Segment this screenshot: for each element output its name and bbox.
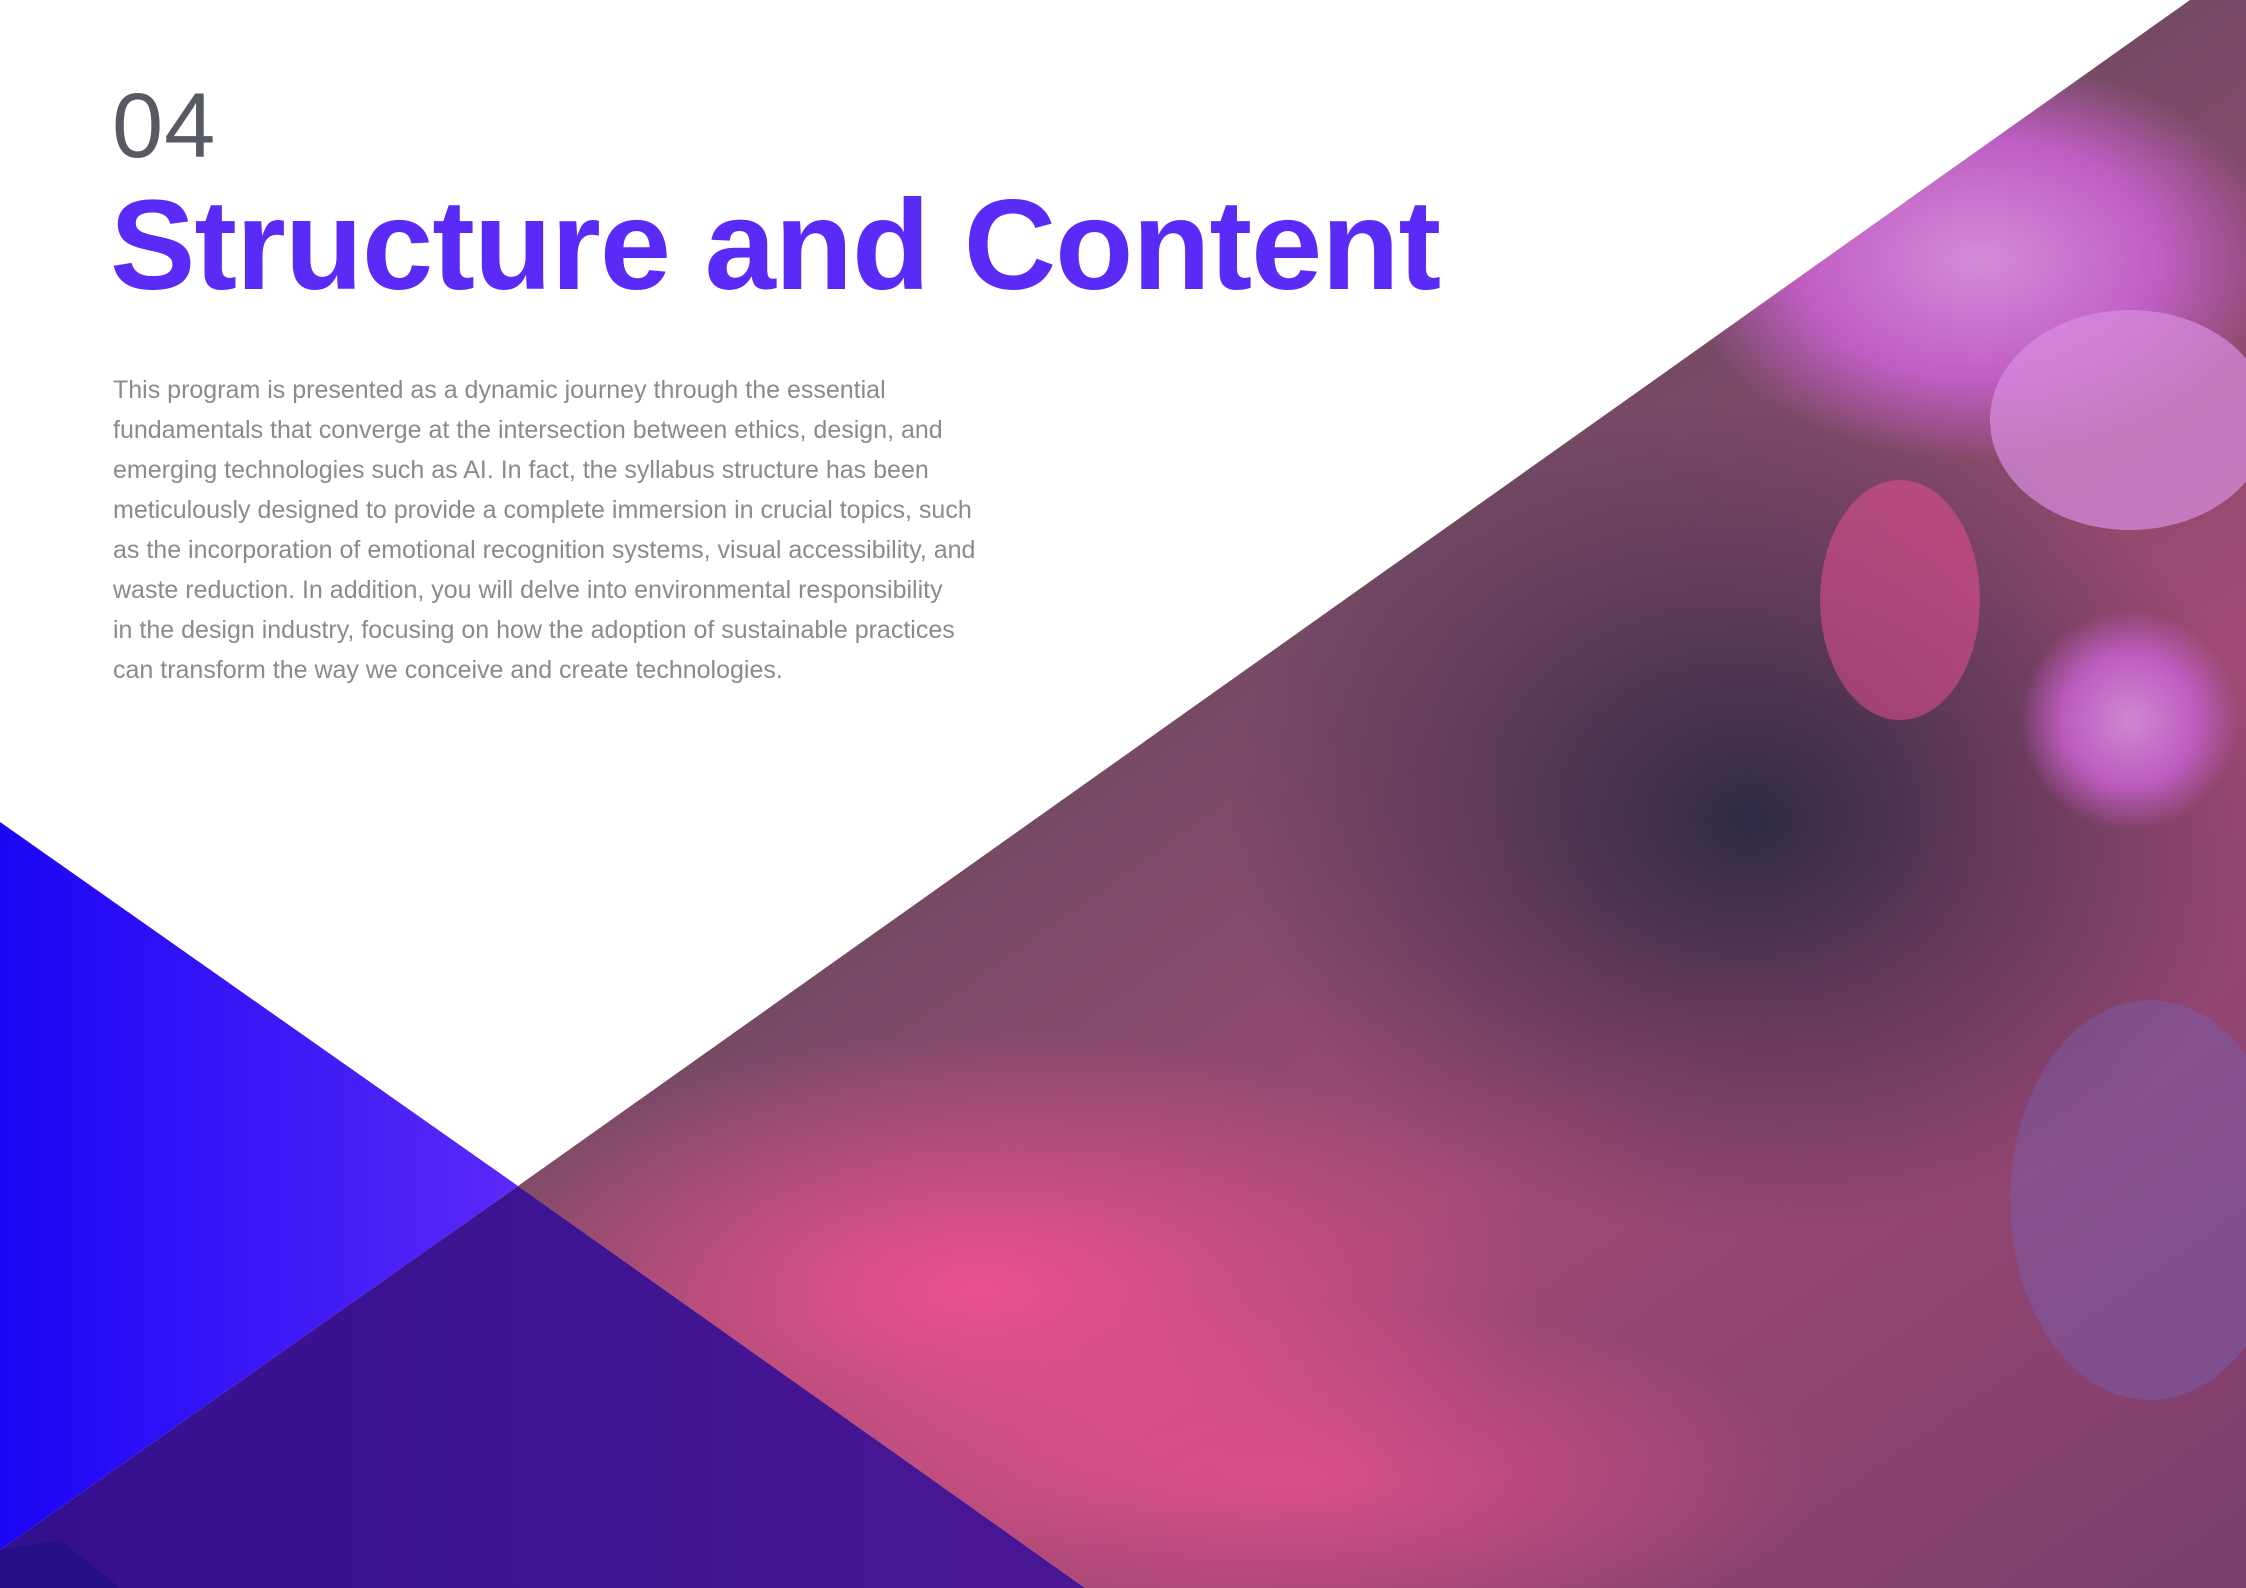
brochure-page: 04 Structure and Content This program is… xyxy=(0,0,2246,1588)
body-line: meticulously designed to provide a compl… xyxy=(113,496,972,524)
page-title: Structure and Content xyxy=(110,174,1441,317)
body-line: in the design industry, focusing on how … xyxy=(113,616,955,644)
body-line: This program is presented as a dynamic j… xyxy=(113,376,886,404)
section-number: 04 xyxy=(112,75,217,177)
body-line: waste reduction. In addition, you will d… xyxy=(113,576,943,604)
body-paragraph: This program is presented as a dynamic j… xyxy=(113,370,1013,690)
body-line: emerging technologies such as AI. In fac… xyxy=(113,456,929,484)
body-line: fundamentals that converge at the inters… xyxy=(113,416,943,444)
body-line: can transform the way we conceive and cr… xyxy=(113,656,783,684)
body-line: as the incorporation of emotional recogn… xyxy=(113,536,976,564)
